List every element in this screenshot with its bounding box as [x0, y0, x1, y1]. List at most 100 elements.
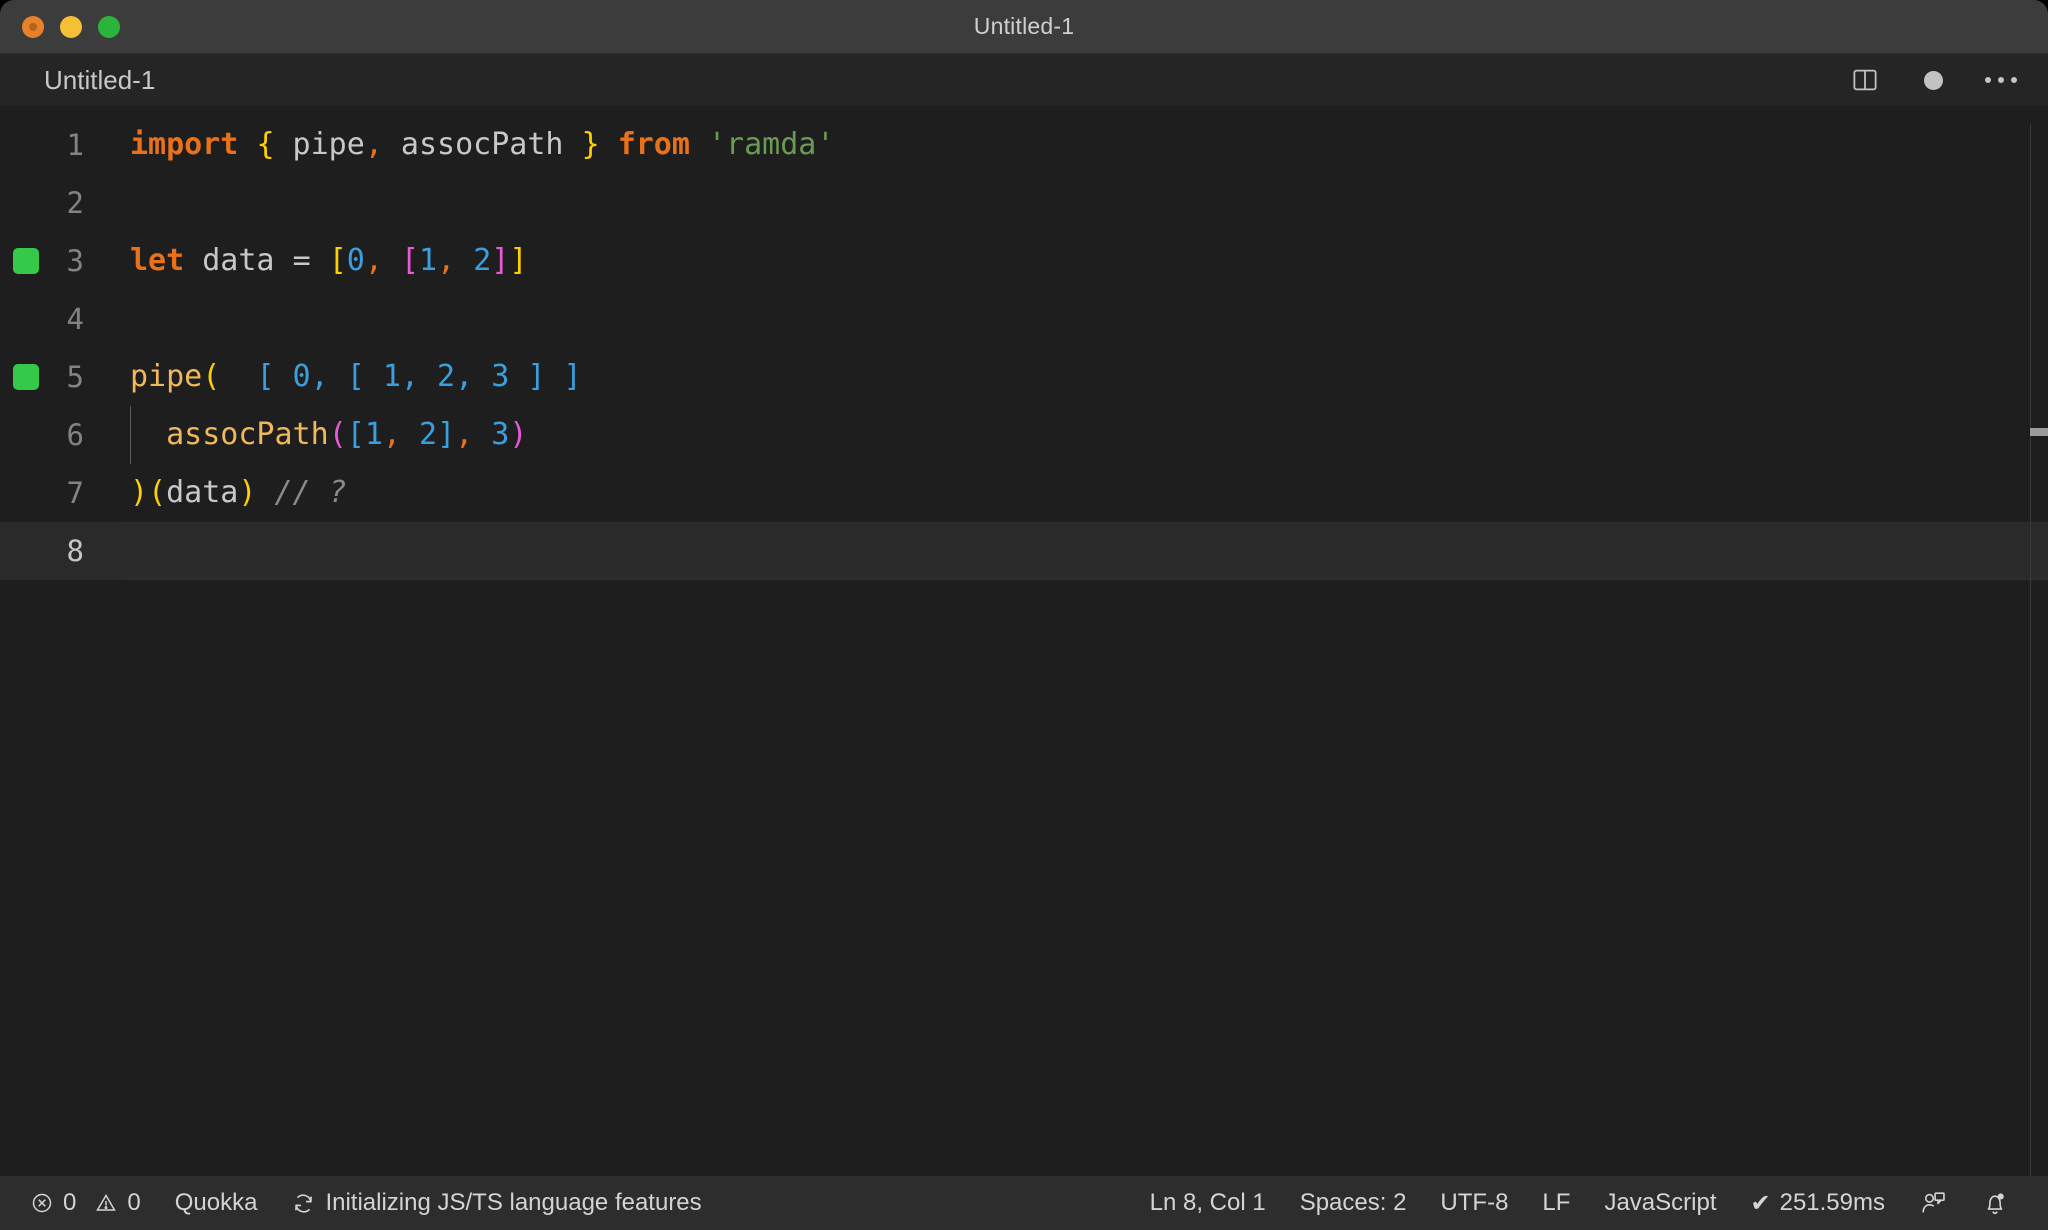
quokka-coverage-marker[interactable] — [13, 364, 39, 390]
status-encoding[interactable]: UTF-8 — [1423, 1176, 1525, 1230]
line-number: 1 — [66, 128, 84, 162]
line-content[interactable] — [122, 522, 2048, 580]
code-token: // ? — [274, 475, 347, 510]
overview-ruler-marker[interactable] — [2030, 428, 2048, 436]
editor-actions — [1848, 63, 2018, 97]
code-line[interactable]: 6 assocPath([1, 2], 3) — [0, 406, 2048, 464]
runtime-label: 251.59ms — [1779, 1189, 1885, 1216]
warning-triangle-icon — [96, 1194, 117, 1211]
line-content[interactable]: )(data) // ? — [122, 464, 2048, 522]
line-number: 4 — [66, 302, 84, 336]
traffic-light-group — [22, 15, 120, 38]
editor-tab-bar: Untitled-1 — [0, 54, 2048, 106]
status-notifications[interactable] — [1964, 1176, 2026, 1230]
code-line[interactable]: 3 let data = [0, [1, 2]] — [0, 232, 2048, 290]
status-task-progress[interactable]: Initializing JS/TS language features — [274, 1176, 718, 1230]
code-token: pipe — [274, 127, 365, 162]
status-indentation[interactable]: Spaces: 2 — [1283, 1176, 1424, 1230]
code-token: } — [581, 127, 600, 162]
status-feedback[interactable] — [1902, 1176, 1964, 1230]
code-editor[interactable]: 1 import { pipe, assocPath } from 'ramda'… — [0, 106, 2048, 1176]
editor-vertical-scrollbar[interactable] — [2030, 106, 2048, 1176]
status-runtime[interactable]: ✔ 251.59ms — [1733, 1176, 1902, 1230]
code-token: , — [437, 243, 456, 278]
status-bar-right: Ln 8, Col 1 Spaces: 2 UTF-8 LF JavaScrip… — [1133, 1176, 2026, 1230]
status-problems[interactable]: 0 0 — [30, 1176, 158, 1230]
quokka-label: Quokka — [174, 1189, 258, 1216]
line-content[interactable]: import { pipe, assocPath } from 'ramda' — [122, 116, 2048, 174]
encoding-label: UTF-8 — [1440, 1189, 1509, 1216]
code-token: 0 — [346, 243, 365, 278]
code-token: = — [292, 243, 311, 278]
code-token: [ — [328, 243, 347, 278]
code-token: from — [617, 127, 690, 162]
feedback-person-icon — [1922, 1192, 1945, 1213]
code-token: ) — [130, 475, 149, 510]
bell-icon — [1987, 1193, 2004, 1215]
eol-label: LF — [1542, 1189, 1571, 1216]
close-window-button[interactable] — [22, 15, 44, 38]
code-line[interactable]: 5 pipe( [ 0, [ 1, 2, 3 ] ] — [0, 348, 2048, 406]
code-token: let — [130, 243, 185, 278]
code-token: [ — [400, 243, 419, 278]
code-token: 1 — [419, 243, 438, 278]
code-token: ( — [202, 359, 221, 394]
code-token: 'ramda' — [708, 127, 835, 162]
scrollbar-track — [2030, 124, 2031, 1176]
status-language-mode[interactable]: JavaScript — [1587, 1176, 1733, 1230]
vscode-window: Untitled-1 Untitled-1 1 import { pipe, as… — [0, 0, 2048, 1230]
error-count: 0 — [63, 1189, 77, 1216]
code-line[interactable]: 1 import { pipe, assocPath } from 'ramda' — [0, 116, 2048, 174]
code-line[interactable]: 4 — [0, 290, 2048, 348]
code-line[interactable]: 2 — [0, 174, 2048, 232]
code-token: , — [364, 127, 383, 162]
split-editor-icon[interactable] — [1848, 63, 1882, 97]
code-token: ] — [437, 417, 456, 452]
code-token: , — [364, 243, 383, 278]
status-cursor-position[interactable]: Ln 8, Col 1 — [1133, 1176, 1283, 1230]
code-line[interactable]: 8 — [0, 522, 2048, 580]
code-token: data — [184, 243, 293, 278]
code-token: assocPath — [166, 417, 329, 452]
code-token: , — [455, 417, 474, 452]
line-number: 7 — [66, 476, 84, 510]
line-number: 2 — [66, 186, 84, 220]
code-token: ) — [238, 475, 257, 510]
code-token: pipe — [130, 359, 203, 394]
line-content[interactable]: let data = [0, [1, 2]] — [122, 232, 2048, 290]
indent-guide — [130, 406, 131, 464]
quokka-coverage-marker[interactable] — [13, 248, 39, 274]
maximize-window-button[interactable] — [98, 15, 120, 38]
code-token: , — [382, 417, 401, 452]
code-token: 3 — [491, 417, 510, 452]
code-token: 1 — [364, 417, 383, 452]
minimize-window-button[interactable] — [60, 15, 82, 38]
code-token: ] — [509, 243, 528, 278]
more-actions-icon[interactable] — [1984, 63, 2018, 97]
code-line[interactable]: 7 )(data) // ? — [0, 464, 2048, 522]
tab-untitled-1[interactable]: Untitled-1 — [44, 65, 155, 96]
line-content[interactable]: pipe( [ 0, [ 1, 2, 3 ] ] — [122, 348, 2048, 406]
indentation-label: Spaces: 2 — [1299, 1189, 1407, 1216]
code-token: ( — [328, 417, 347, 452]
code-token: [ — [346, 417, 365, 452]
status-eol[interactable]: LF — [1525, 1176, 1587, 1230]
code-token: [ 0, [ 1, 2, 3 ] ] — [256, 359, 582, 394]
code-token: { — [256, 127, 275, 162]
line-content[interactable]: assocPath([1, 2], 3) — [122, 406, 2048, 464]
code-token: ] — [491, 243, 510, 278]
status-quokka[interactable]: Quokka — [158, 1176, 275, 1230]
code-token: data — [166, 475, 239, 510]
status-bar-left: 0 0 Quokka Initializing JS/TS language f… — [30, 1176, 719, 1230]
error-circle-icon — [32, 1193, 52, 1213]
unsaved-dot-icon — [1916, 63, 1950, 97]
